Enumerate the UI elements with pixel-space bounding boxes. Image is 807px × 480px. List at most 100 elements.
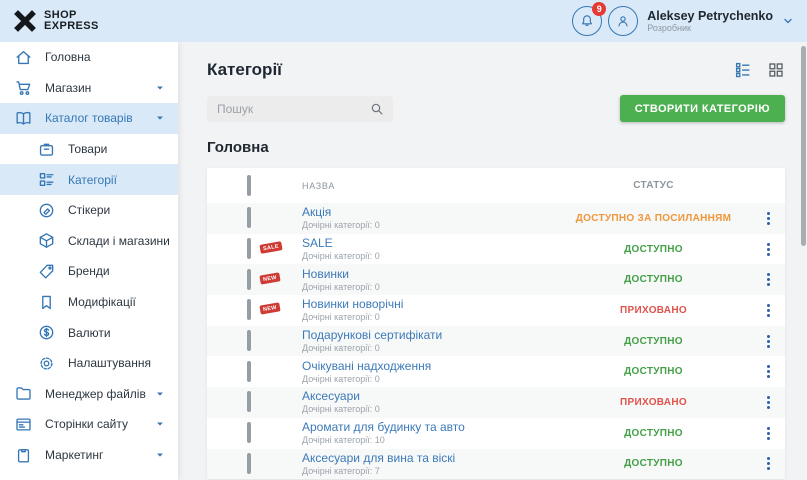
sidebar-item-catalog[interactable]: Каталог товарів: [0, 103, 178, 134]
table-body: Акція Дочірні категорії: 0 ДОСТУПНО ЗА П…: [207, 203, 785, 479]
sidebar-item-stickers[interactable]: Стікери: [0, 195, 178, 226]
sidebar-item-currencies[interactable]: Валюти: [0, 317, 178, 348]
table-row: Аксесуари Дочірні категорії: 0 ПРИХОВАНО: [207, 387, 785, 418]
warehouse-icon: [37, 231, 56, 250]
row-menu-icon[interactable]: [751, 396, 785, 409]
user-menu[interactable]: Aleksey Petrychenko Розробник: [647, 9, 773, 34]
main-content: Категорії С: [178, 42, 807, 480]
search-icon: [369, 101, 385, 117]
sidebar-item-label: Головна: [45, 50, 91, 64]
sidebar-item-pages[interactable]: Сторінки сайту: [0, 409, 178, 440]
list-view-icon[interactable]: [734, 61, 752, 79]
brand-line2: EXPRESS: [44, 21, 99, 32]
sidebar-item-shop[interactable]: Магазин: [0, 73, 178, 104]
categories-table: НАЗВА СТАТУС Акція Дочірні категорії: 0 …: [207, 168, 785, 479]
row-menu-icon[interactable]: [751, 273, 785, 286]
sidebar-item-label: Категорії: [68, 173, 117, 187]
chevron-down-icon: [155, 389, 165, 399]
table-header: НАЗВА СТАТУС: [207, 168, 785, 203]
sidebar: Головна Магазин Каталог товарів Товари К…: [0, 42, 178, 480]
row-menu-icon[interactable]: [751, 335, 785, 348]
category-name-link[interactable]: Аромати для будинку та авто: [302, 421, 556, 434]
category-name-link[interactable]: Подарункові сертифікати: [302, 329, 556, 342]
sidebar-item-settings[interactable]: Налаштування: [0, 348, 178, 379]
row-menu-icon[interactable]: [751, 365, 785, 378]
category-name-link[interactable]: Аксесуари: [302, 390, 556, 403]
category-name-link[interactable]: Новинки новорічні: [302, 298, 556, 311]
row-checkbox[interactable]: [247, 453, 251, 474]
table-row: Аксесуари для вина та віскі Дочірні кате…: [207, 449, 785, 480]
settings-icon: [37, 354, 56, 373]
status-badge: ДОСТУПНО ЗА ПОСИЛАННЯМ: [556, 213, 751, 224]
category-name-link[interactable]: SALE: [302, 237, 556, 250]
sidebar-item-label: Склади і магазини: [68, 234, 170, 248]
cart-icon: [14, 78, 33, 97]
modifications-icon: [37, 293, 56, 312]
select-all-checkbox[interactable]: [247, 175, 251, 196]
view-toggles: [734, 61, 785, 79]
row-menu-icon[interactable]: [751, 212, 785, 225]
sidebar-item-warehouses[interactable]: Склади і магазини: [0, 226, 178, 257]
children-count-label: Дочірні категорії: 0: [302, 251, 556, 261]
sidebar-item-categories[interactable]: Категорії: [0, 164, 178, 195]
row-checkbox[interactable]: [247, 207, 251, 228]
sidebar-item-label: Магазин: [45, 81, 91, 95]
category-name-link[interactable]: Очікувані надходження: [302, 360, 556, 373]
sidebar-item-label: Маркетинг: [45, 448, 103, 462]
logo[interactable]: SHOP EXPRESS: [13, 9, 99, 33]
notifications-button[interactable]: 9: [572, 6, 602, 36]
chevron-down-icon: [155, 83, 165, 93]
scrollbar[interactable]: [801, 46, 806, 246]
page-title: Категорії: [207, 60, 282, 80]
sidebar-item-home[interactable]: Головна: [0, 42, 178, 73]
table-row: Акція Дочірні категорії: 0 ДОСТУПНО ЗА П…: [207, 203, 785, 234]
row-menu-icon[interactable]: [751, 457, 785, 470]
search-input[interactable]: [207, 96, 393, 122]
category-name-link[interactable]: Акція: [302, 206, 556, 219]
status-badge: ДОСТУПНО: [556, 336, 751, 347]
table-row: Очікувані надходження Дочірні категорії:…: [207, 356, 785, 387]
grid-view-icon[interactable]: [767, 61, 785, 79]
create-category-button[interactable]: СТВОРИТИ КАТЕГОРІЮ: [620, 95, 785, 122]
status-badge: ДОСТУПНО: [556, 428, 751, 439]
sidebar-item-marketing[interactable]: Маркетинг: [0, 440, 178, 471]
sidebar-item-files[interactable]: Менеджер файлів: [0, 379, 178, 410]
children-count-label: Дочірні категорії: 10: [302, 435, 556, 445]
topbar: SHOP EXPRESS 9 Aleksey Petrychenko Розро…: [0, 0, 807, 42]
sidebar-item-label: Каталог товарів: [45, 111, 133, 125]
category-name-link[interactable]: Новинки: [302, 268, 556, 281]
marketing-icon: [14, 446, 33, 465]
catalog-icon: [14, 109, 33, 128]
user-role: Розробник: [647, 23, 773, 34]
row-menu-icon[interactable]: [751, 304, 785, 317]
sidebar-item-modifications[interactable]: Модифікації: [0, 287, 178, 318]
children-count-label: Дочірні категорії: 0: [302, 343, 556, 353]
row-menu-icon[interactable]: [751, 243, 785, 256]
row-checkbox[interactable]: [247, 269, 251, 290]
avatar[interactable]: [608, 6, 638, 36]
children-count-label: Дочірні категорії: 0: [302, 404, 556, 414]
status-badge: ДОСТУПНО: [556, 458, 751, 469]
status-badge: ДОСТУПНО: [556, 366, 751, 377]
row-checkbox[interactable]: [247, 391, 251, 412]
files-icon: [14, 384, 33, 403]
row-checkbox[interactable]: [247, 299, 251, 320]
table-row: Подарункові сертифікати Дочірні категорі…: [207, 326, 785, 357]
row-checkbox[interactable]: [247, 238, 251, 259]
row-checkbox[interactable]: [247, 422, 251, 443]
sidebar-item-label: Товари: [68, 142, 107, 156]
category-name-link[interactable]: Аксесуари для вина та віскі: [302, 452, 556, 465]
row-checkbox[interactable]: [247, 330, 251, 351]
notification-badge: 9: [592, 2, 606, 16]
chevron-down-icon[interactable]: [782, 15, 794, 27]
name-column-header: НАЗВА: [302, 181, 556, 191]
brands-icon: [37, 262, 56, 281]
sidebar-item-label: Стікери: [68, 203, 110, 217]
sidebar-item-brands[interactable]: Бренди: [0, 256, 178, 287]
chevron-down-icon: [155, 113, 165, 123]
sidebar-item-products[interactable]: Товари: [0, 134, 178, 165]
person-icon: [615, 13, 631, 29]
row-menu-icon[interactable]: [751, 427, 785, 440]
sidebar-item-label: Сторінки сайту: [45, 417, 128, 431]
row-checkbox[interactable]: [247, 361, 251, 382]
